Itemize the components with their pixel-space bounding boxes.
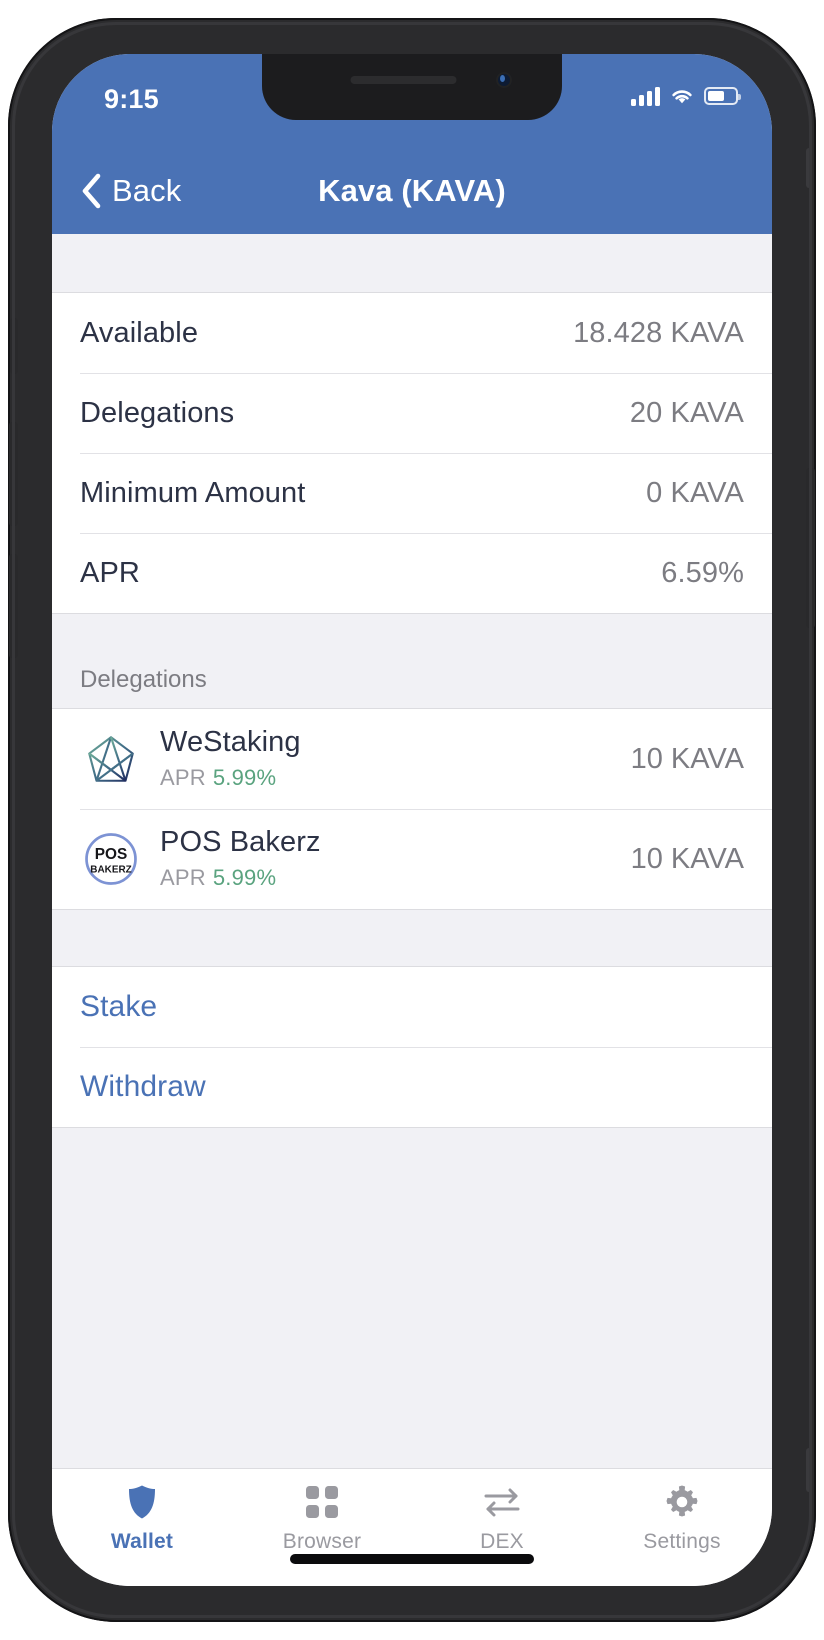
tab-label: Wallet — [110, 1530, 174, 1553]
info-row-delegations: Delegations 20 KAVA — [52, 373, 772, 453]
withdraw-button[interactable]: Withdraw — [52, 1047, 772, 1127]
info-value: 0 KAVA — [646, 476, 744, 509]
status-time: 9:15 — [104, 84, 159, 114]
power-button[interactable] — [806, 468, 815, 628]
info-value: 18.428 KAVA — [573, 316, 744, 349]
shield-icon — [127, 1483, 157, 1521]
stake-label: Stake — [80, 990, 158, 1023]
tab-settings[interactable]: Settings — [592, 1483, 772, 1554]
swap-arrows-icon — [483, 1483, 521, 1521]
actions-spacer — [52, 910, 772, 966]
navigation-bar: Back Kava (KAVA) — [52, 148, 772, 234]
chevron-left-icon — [82, 173, 101, 209]
validator-apr: APR 5.99% — [160, 765, 617, 791]
westaking-logo-icon — [80, 728, 142, 790]
validator-info: POS Bakerz APR 5.99% — [160, 827, 617, 890]
apr-label: APR — [160, 864, 206, 890]
info-label: Available — [80, 316, 199, 349]
tab-label: Settings — [643, 1530, 721, 1553]
home-indicator[interactable] — [290, 1554, 534, 1564]
info-value: 20 KAVA — [629, 396, 744, 429]
section-header-label: Delegations — [80, 666, 207, 693]
tab-dex[interactable]: DEX — [412, 1483, 592, 1554]
earpiece-speaker — [350, 76, 457, 84]
tab-wallet[interactable]: Wallet — [52, 1483, 232, 1554]
withdraw-label: Withdraw — [80, 1070, 206, 1103]
battery-icon — [704, 87, 741, 105]
tab-browser[interactable]: Browser — [232, 1483, 412, 1554]
content-area: Available 18.428 KAVA Delegations 20 KAV… — [52, 234, 772, 1468]
phone-frame: 9:15 Back Kava (KAVA) Available 18.428 K… — [8, 18, 816, 1622]
cellular-signal-icon — [631, 86, 660, 106]
apr-label: APR — [160, 764, 206, 790]
frame-antenna-line-bottom — [806, 1448, 812, 1492]
validator-amount: 10 KAVA — [630, 742, 744, 775]
phone-screen: 9:15 Back Kava (KAVA) Available 18.428 K… — [52, 54, 772, 1586]
top-spacer — [52, 234, 772, 292]
tab-label: Browser — [282, 1530, 362, 1553]
front-camera-icon — [496, 72, 512, 88]
apr-value: 5.99% — [212, 864, 277, 890]
pos-bakerz-logo-text-top: POS — [95, 846, 128, 863]
info-label: APR — [80, 556, 140, 589]
volume-up-button[interactable] — [9, 422, 18, 526]
validator-name: POS Bakerz — [160, 826, 321, 859]
actions-card: Stake Withdraw — [52, 966, 772, 1128]
status-indicators — [631, 86, 741, 106]
status-bar: 9:15 — [52, 54, 772, 148]
tab-label: DEX — [480, 1530, 524, 1553]
tab-bar: Wallet Browser DEX Settings — [52, 1468, 772, 1586]
gear-icon — [665, 1483, 699, 1521]
info-card: Available 18.428 KAVA Delegations 20 KAV… — [52, 292, 772, 614]
mute-switch[interactable] — [10, 318, 18, 374]
stake-button[interactable]: Stake — [52, 967, 772, 1047]
validator-info: WeStaking APR 5.99% — [160, 727, 617, 790]
notch — [262, 54, 562, 120]
frame-antenna-line-top — [806, 148, 812, 188]
wifi-icon — [672, 90, 692, 104]
validator-apr: APR 5.99% — [160, 865, 617, 891]
bottom-filler — [52, 1128, 772, 1468]
pos-bakerz-logo-icon: POS BAKERZ — [80, 828, 142, 890]
back-button[interactable]: Back — [80, 173, 181, 209]
list-item[interactable]: POS BAKERZ POS Bakerz APR 5.99% 10 KAVA — [52, 809, 772, 909]
pos-bakerz-logo-text-bottom: BAKERZ — [90, 865, 131, 876]
validator-name: WeStaking — [160, 726, 301, 759]
volume-down-button[interactable] — [9, 554, 18, 658]
info-row-available: Available 18.428 KAVA — [52, 293, 772, 373]
validator-amount: 10 KAVA — [630, 842, 744, 875]
grid-icon — [305, 1483, 339, 1521]
info-label: Minimum Amount — [80, 476, 306, 509]
delegations-section-header: Delegations — [52, 614, 772, 708]
list-item[interactable]: WeStaking APR 5.99% 10 KAVA — [52, 709, 772, 809]
delegations-list: WeStaking APR 5.99% 10 KAVA POS BAKERZ P… — [52, 708, 772, 910]
info-label: Delegations — [80, 396, 235, 429]
apr-value: 5.99% — [212, 764, 277, 790]
info-value: 6.59% — [661, 556, 744, 589]
back-label: Back — [112, 173, 182, 208]
info-row-apr: APR 6.59% — [52, 533, 772, 613]
info-row-minimum-amount: Minimum Amount 0 KAVA — [52, 453, 772, 533]
